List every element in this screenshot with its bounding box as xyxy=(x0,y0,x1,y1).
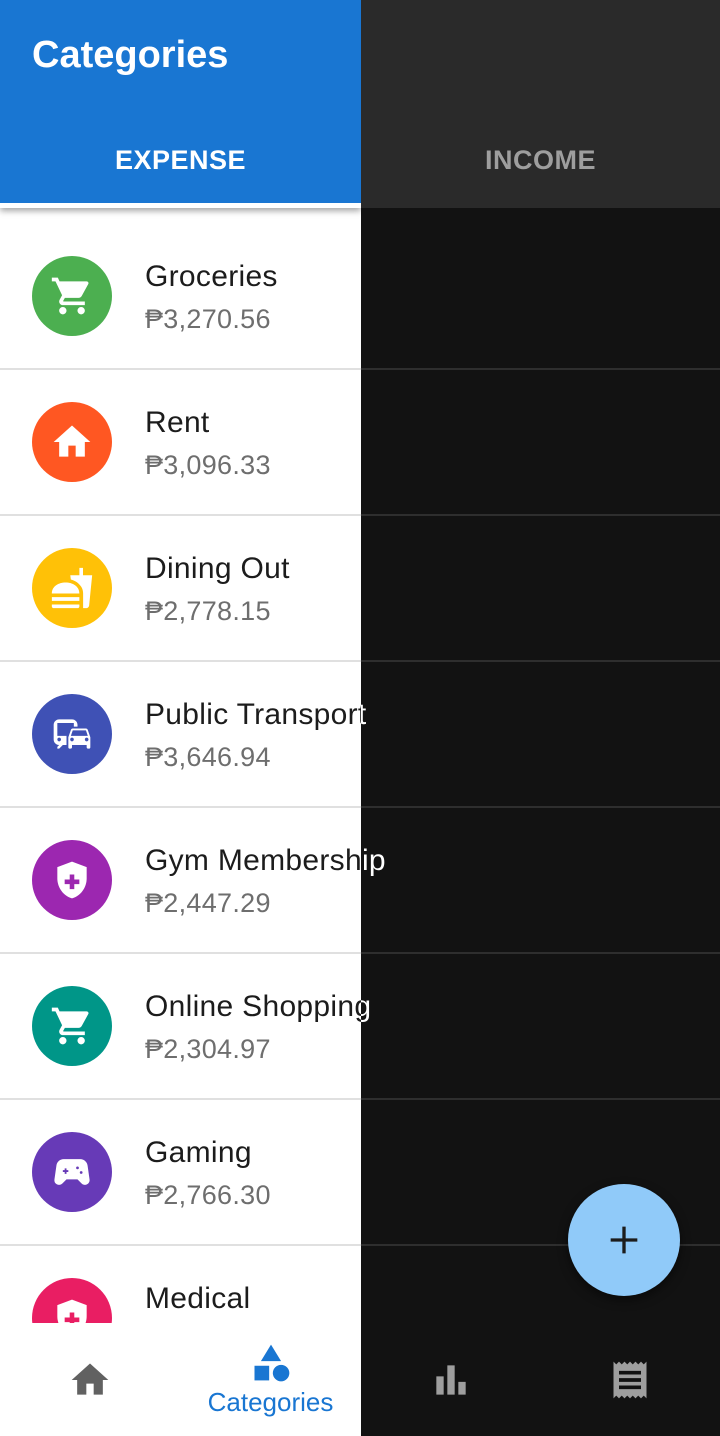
list-item[interactable]: Rent ₱3,096.33 xyxy=(0,368,361,514)
category-name: Gym Membership xyxy=(145,844,361,877)
receipt-icon xyxy=(613,1361,647,1398)
page-title: Categories xyxy=(32,34,229,76)
category-name: Dining Out xyxy=(145,552,290,585)
category-list: Groceries ₱3,270.56 Rent ₱3,096.33 Dinin… xyxy=(0,208,361,1323)
category-amount: ₱2,447.29 xyxy=(145,888,271,918)
category-name: Online Shopping xyxy=(145,990,361,1023)
list-item[interactable]: Groceries ₱3,270.56 xyxy=(0,222,361,368)
bar-chart-icon xyxy=(435,1364,466,1395)
category-icon-circle xyxy=(32,256,112,336)
category-amount: ₱2,778.15 xyxy=(145,596,271,626)
home-icon xyxy=(53,425,91,457)
divider xyxy=(361,806,720,808)
tab-income[interactable]: INCOME xyxy=(361,132,720,188)
divider xyxy=(361,1098,720,1100)
plus-icon xyxy=(610,1226,638,1254)
category-icon-circle xyxy=(32,548,112,628)
nav-home[interactable] xyxy=(0,1323,180,1436)
category-icon-circle xyxy=(32,986,112,1066)
health-shield-icon xyxy=(57,1299,87,1323)
category-list-dark xyxy=(361,208,720,1323)
app-bar: Categories EXPENSE xyxy=(0,0,361,208)
commute-icon xyxy=(53,719,91,749)
shopping-cart-icon xyxy=(51,277,89,315)
light-theme-panel: Categories EXPENSE Groceries ₱3,270.56 R… xyxy=(0,0,361,1436)
bottom-navigation-dark xyxy=(361,1323,720,1436)
shopping-cart-icon xyxy=(51,1007,89,1045)
list-item[interactable]: Gaming ₱2,766.30 xyxy=(0,1098,361,1244)
category-name: Groceries xyxy=(145,260,278,293)
category-amount: ₱3,646.94 xyxy=(145,742,271,772)
category-icon-circle xyxy=(32,694,112,774)
category-amount: ₱3,270.56 xyxy=(145,304,271,334)
divider xyxy=(361,952,720,954)
categories-icon xyxy=(254,1344,289,1382)
category-name: Medical xyxy=(145,1282,251,1315)
list-item[interactable]: Online Shopping ₱2,304.97 xyxy=(0,952,361,1098)
category-icon-circle xyxy=(32,1132,112,1212)
health-shield-icon xyxy=(57,861,87,899)
gamepad-icon xyxy=(54,1159,90,1185)
list-item[interactable]: Dining Out ₱2,778.15 xyxy=(0,514,361,660)
divider xyxy=(361,514,720,516)
category-amount: ₱3,096.33 xyxy=(145,450,271,480)
category-name: Gaming xyxy=(145,1136,252,1169)
divider xyxy=(361,660,720,662)
category-icon-circle xyxy=(32,840,112,920)
add-category-button[interactable] xyxy=(568,1184,680,1296)
list-item[interactable]: Gym Membership ₱2,447.29 xyxy=(0,806,361,952)
divider xyxy=(361,368,720,370)
tab-expense[interactable]: EXPENSE xyxy=(0,132,361,188)
category-icon-circle xyxy=(32,1278,112,1323)
list-item[interactable]: Medical xyxy=(0,1244,361,1323)
category-icon-circle xyxy=(32,402,112,482)
nav-transactions[interactable] xyxy=(540,1323,720,1436)
app-bar-dark: INCOME xyxy=(361,0,720,208)
category-amount: ₱2,304.97 xyxy=(145,1034,271,1064)
nav-label: Categories xyxy=(207,1387,334,1417)
home-icon xyxy=(71,1363,109,1395)
category-amount: ₱2,766.30 xyxy=(145,1180,271,1210)
category-name: Public Transport xyxy=(145,698,361,731)
fastfood-icon xyxy=(51,567,93,609)
nav-statistics[interactable] xyxy=(361,1323,540,1436)
nav-categories[interactable]: Categories xyxy=(180,1323,361,1436)
bottom-navigation: Categories xyxy=(0,1323,361,1436)
category-name: Rent xyxy=(145,406,210,439)
list-item[interactable]: Public Transport ₱3,646.94 xyxy=(0,660,361,806)
